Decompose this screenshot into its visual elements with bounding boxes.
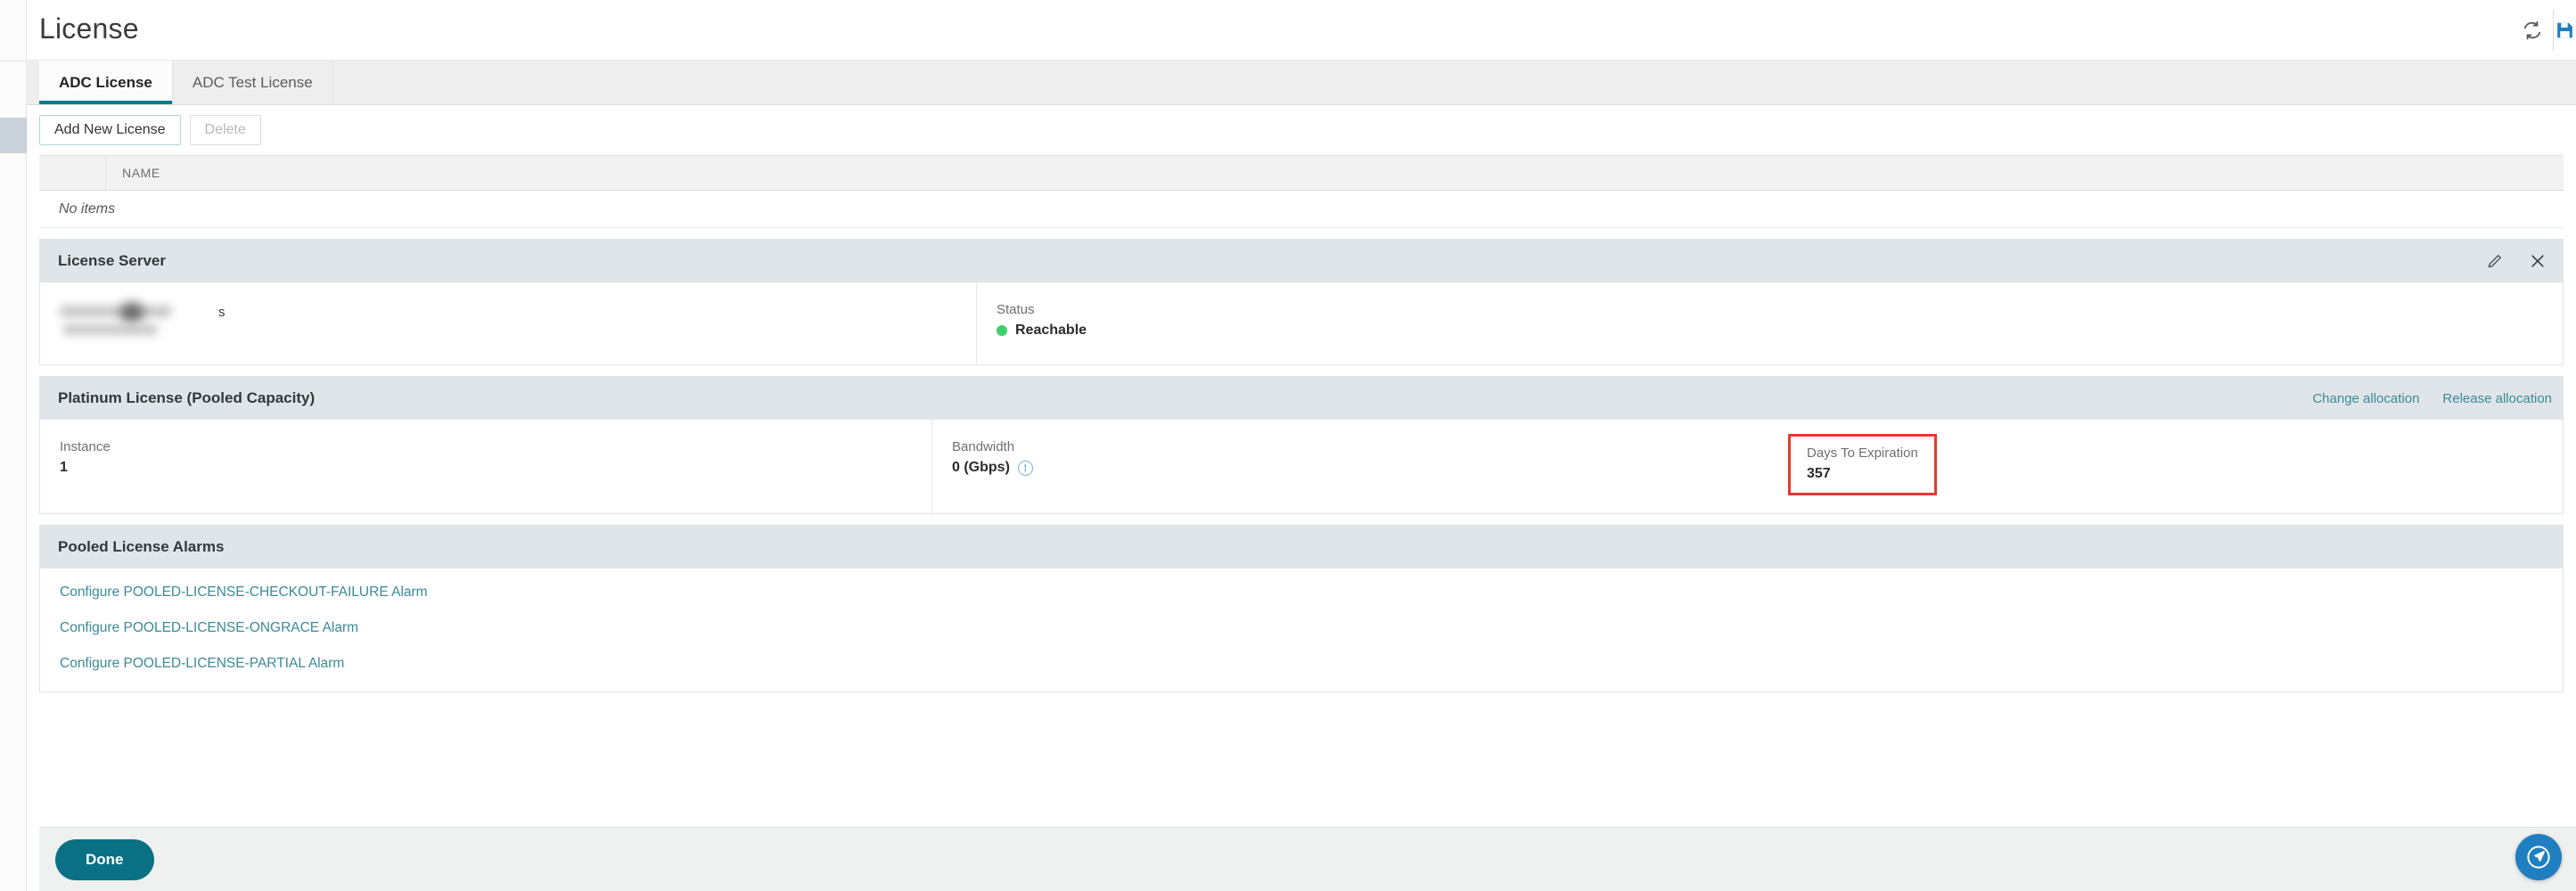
bandwidth-value-row: 0 (Gbps) !: [952, 460, 1788, 476]
release-allocation-link[interactable]: Release allocation: [2442, 391, 2552, 406]
status-badge: Reachable: [997, 323, 1087, 339]
bandwidth-value: 0 (Gbps): [952, 460, 1010, 475]
platinum-license-title: Platinum License (Pooled Capacity): [58, 389, 316, 406]
license-table: NAME No items: [39, 155, 2564, 228]
tab-bar: ADC License ADC Test License: [27, 61, 2576, 105]
navigation-send-icon[interactable]: [2515, 834, 2562, 880]
platinum-license-card-header: Platinum License (Pooled Capacity) Chang…: [40, 377, 2563, 420]
add-new-license-button[interactable]: Add New License: [39, 115, 181, 145]
column-header-name[interactable]: NAME: [106, 166, 2564, 180]
status-label: Status: [997, 302, 1035, 317]
pooled-license-alarms-card: Pooled License Alarms Configure POOLED-L…: [39, 525, 2564, 692]
license-server-name-field: s: [40, 282, 976, 364]
pooled-license-alarms-body: Configure POOLED-LICENSE-CHECKOUT-FAILUR…: [40, 568, 2563, 691]
page-footer: Done: [39, 827, 2576, 891]
page-header: License: [27, 0, 2576, 61]
license-server-header-icons: [2486, 252, 2552, 270]
tab-adc-test-license[interactable]: ADC Test License: [173, 61, 333, 104]
instance-value: 1: [60, 460, 68, 475]
refresh-icon[interactable]: [2512, 10, 2553, 51]
platinum-license-card-body: Instance 1 Bandwidth 0 (Gbps) ! Days To …: [40, 420, 2563, 513]
instance-label: Instance: [60, 439, 111, 454]
tab-adc-license[interactable]: ADC License: [39, 61, 173, 104]
page-title: License: [39, 12, 139, 45]
header-actions: [2512, 0, 2576, 61]
license-server-title: License Server: [58, 252, 166, 269]
tab-label: ADC Test License: [192, 73, 313, 91]
alarm-link-checkout-failure[interactable]: Configure POOLED-LICENSE-CHECKOUT-FAILUR…: [60, 584, 428, 601]
left-sidebar-sliver[interactable]: [0, 0, 27, 891]
info-icon[interactable]: !: [1017, 460, 1033, 476]
change-allocation-link[interactable]: Change allocation: [2312, 391, 2419, 406]
pooled-license-alarms-title: Pooled License Alarms: [58, 538, 225, 555]
done-button[interactable]: Done: [55, 838, 154, 880]
license-server-card-body: s Status Reachable: [40, 282, 2563, 364]
license-server-card: License Server s Status Reachable: [39, 239, 2564, 365]
table-header-row: NAME: [39, 155, 2564, 191]
platinum-header-links: Change allocation Release allocation: [2312, 391, 2552, 406]
platinum-license-card: Platinum License (Pooled Capacity) Chang…: [39, 376, 2564, 514]
license-page: License ADC License ADC Test License Add…: [27, 0, 2576, 891]
select-all-checkbox-cell[interactable]: [39, 155, 106, 191]
alarm-link-partial[interactable]: Configure POOLED-LICENSE-PARTIAL Alarm: [60, 656, 428, 672]
alarm-link-list: Configure POOLED-LICENSE-CHECKOUT-FAILUR…: [40, 568, 428, 691]
alarm-link-ongrace[interactable]: Configure POOLED-LICENSE-ONGRACE Alarm: [60, 620, 428, 636]
days-to-expiration-value: 357: [1807, 466, 1831, 481]
instance-field: Instance 1: [40, 420, 931, 513]
status-dot-icon: [997, 325, 1007, 336]
pooled-license-alarms-header: Pooled License Alarms: [40, 526, 2563, 568]
license-server-name-redacted: s: [60, 302, 265, 341]
bandwidth-field: Bandwidth 0 (Gbps) !: [932, 420, 1788, 513]
delete-button: Delete: [189, 115, 261, 145]
close-icon[interactable]: [2529, 252, 2547, 270]
tab-label: ADC License: [59, 73, 152, 91]
bandwidth-label: Bandwidth: [952, 439, 1015, 454]
days-to-expiration-field: Days To Expiration 357: [1788, 420, 1937, 513]
sidebar-active-item[interactable]: [0, 118, 27, 153]
grid-toolbar: Add New License Delete: [27, 105, 2576, 155]
license-server-status-field: Status Reachable: [977, 282, 1087, 364]
export-icon[interactable]: [2553, 10, 2576, 51]
days-to-expiration-highlight: Days To Expiration 357: [1788, 434, 1937, 495]
status-value: Reachable: [1015, 323, 1087, 338]
license-server-card-header: License Server: [40, 240, 2563, 282]
license-server-name-tail: s: [218, 305, 226, 320]
table-empty-row: No items: [39, 191, 2564, 228]
days-to-expiration-label: Days To Expiration: [1807, 446, 1918, 461]
pencil-icon[interactable]: [2486, 252, 2504, 270]
